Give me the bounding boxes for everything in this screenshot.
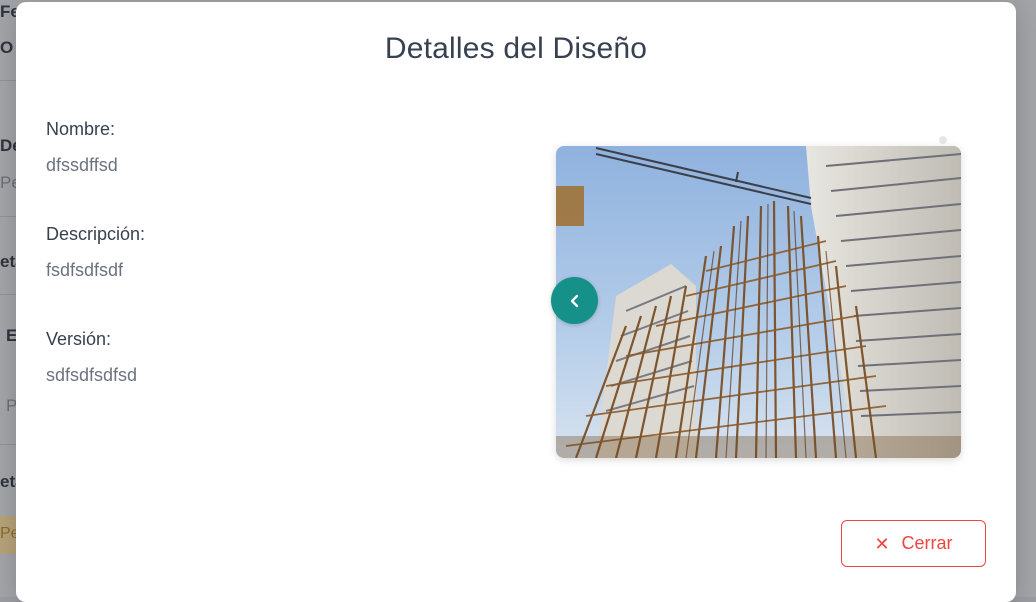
background-text: O xyxy=(0,38,14,57)
description-value: fsdfsdfsdf xyxy=(46,260,124,280)
close-icon: ✕ xyxy=(874,533,890,554)
design-image xyxy=(556,146,961,458)
close-button-label: Cerrar xyxy=(901,533,953,553)
carousel-prev-button[interactable] xyxy=(551,277,598,324)
name-label: Nombre: xyxy=(46,119,116,139)
description-label: Descripción: xyxy=(46,224,146,244)
carousel-indicator[interactable] xyxy=(939,136,947,144)
design-details-modal: Detalles del Diseño Nombre: dfssdffsd De… xyxy=(16,2,1016,602)
version-value: sdfsdfsdfsd xyxy=(46,365,138,385)
name-value: dfssdffsd xyxy=(46,155,118,175)
design-image-carousel xyxy=(556,146,961,458)
modal-title: Detalles del Diseño xyxy=(384,32,648,65)
version-label: Versión: xyxy=(46,329,112,349)
close-button[interactable]: ✕ Cerrar xyxy=(841,520,986,567)
chevron-left-icon xyxy=(570,294,578,307)
